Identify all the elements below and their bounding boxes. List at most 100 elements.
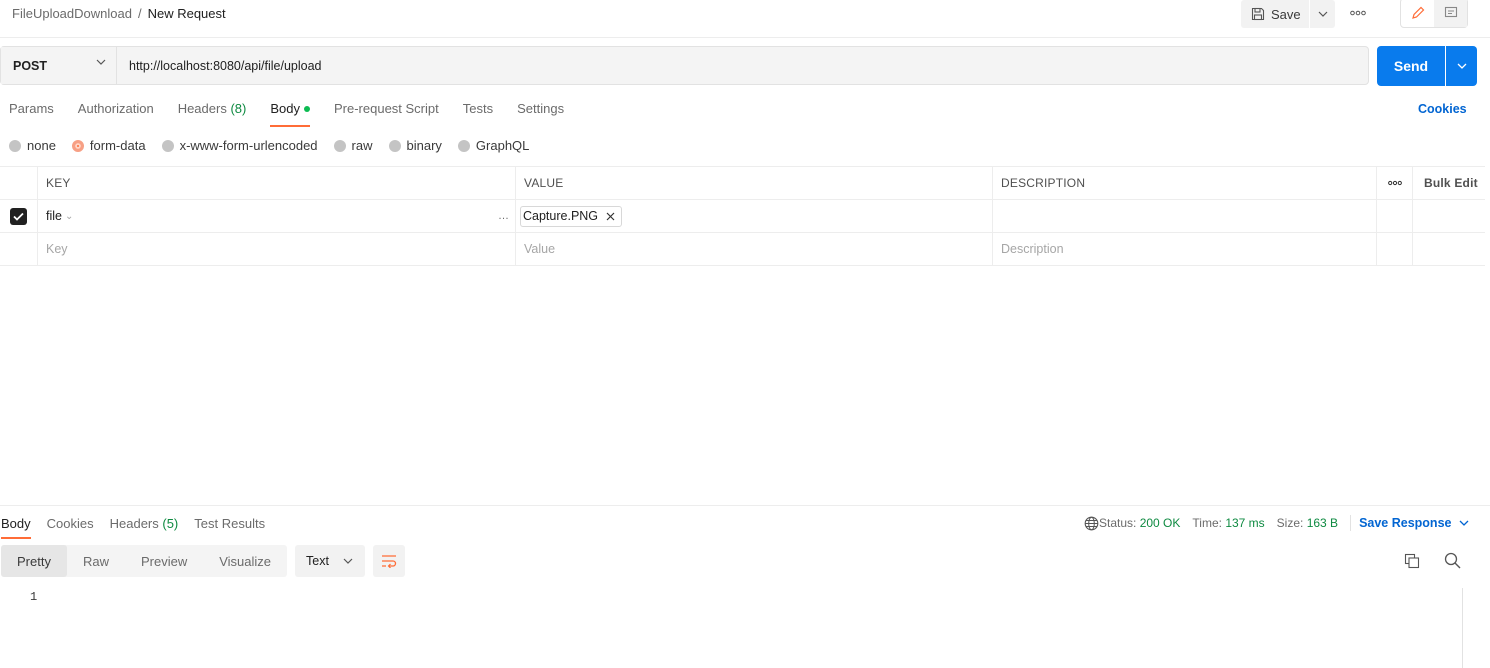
save-options-button[interactable] xyxy=(1310,0,1335,28)
save-response-label: Save Response xyxy=(1359,516,1452,530)
radio-circle xyxy=(457,139,470,152)
save-button-group: Save xyxy=(1241,0,1335,28)
row-more-cell xyxy=(1377,233,1413,265)
size-text[interactable]: Size: 163 B xyxy=(1277,516,1338,530)
radio-circle xyxy=(9,139,21,152)
radio-none[interactable]: none xyxy=(9,138,56,153)
size-value: 163 B xyxy=(1306,516,1339,530)
bulk-edit-button[interactable]: Bulk Edit xyxy=(1413,167,1485,199)
view-preview[interactable]: Preview xyxy=(125,545,203,577)
more-horizontal-icon xyxy=(1350,10,1366,16)
response-tab-body[interactable]: Body xyxy=(1,516,31,539)
send-button-group: Send xyxy=(1377,46,1477,86)
view-raw[interactable]: Raw xyxy=(67,545,125,577)
form-data-table: KEY VALUE DESCRIPTION Bulk Edit file ⌄ … … xyxy=(0,166,1485,266)
tab-params[interactable]: Params xyxy=(9,101,54,127)
tab-settings[interactable]: Settings xyxy=(517,101,564,127)
request-name[interactable]: New Request xyxy=(148,6,226,21)
breadcrumb-collection[interactable]: FileUploadDownload xyxy=(12,6,132,21)
radio-urlencoded[interactable]: x-www-form-urlencoded xyxy=(161,138,318,153)
key-input[interactable]: Key xyxy=(38,233,516,265)
header-check-cell xyxy=(0,167,38,199)
close-icon[interactable] xyxy=(606,212,615,221)
table-header-row: KEY VALUE DESCRIPTION Bulk Edit xyxy=(0,167,1485,200)
radio-label: none xyxy=(27,138,56,153)
response-tabs: Body Cookies Headers (5) Test Results xyxy=(1,516,281,539)
description-cell[interactable] xyxy=(993,200,1377,232)
description-input[interactable]: Description xyxy=(993,233,1377,265)
edit-mode-button[interactable] xyxy=(1401,0,1434,27)
key-value: file xyxy=(46,209,62,223)
view-visualize[interactable]: Visualize xyxy=(203,545,287,577)
chevron-down-icon xyxy=(343,558,353,564)
status-text[interactable]: Status: 200 OK xyxy=(1099,516,1180,530)
format-select[interactable]: Text xyxy=(295,545,366,577)
globe-icon[interactable] xyxy=(1084,516,1099,531)
response-tab-test-results[interactable]: Test Results xyxy=(194,516,265,539)
save-label: Save xyxy=(1271,6,1301,22)
scrollbar[interactable] xyxy=(1462,588,1463,668)
radio-label: binary xyxy=(406,138,442,153)
top-bar: FileUploadDownload / New Request Save xyxy=(0,0,1490,38)
size-label: Size: xyxy=(1276,516,1304,530)
time-text[interactable]: Time: 137 ms xyxy=(1192,516,1264,530)
search-icon[interactable] xyxy=(1444,552,1461,569)
row-more-cell xyxy=(1377,200,1413,232)
view-pretty[interactable]: Pretty xyxy=(1,545,67,577)
tab-headers[interactable]: Headers (8) xyxy=(178,101,247,127)
headers-count: (8) xyxy=(230,101,247,116)
response-meta: Status: 200 OK Time: 137 ms Size: 163 B … xyxy=(1084,515,1469,531)
send-button[interactable]: Send xyxy=(1377,46,1445,86)
radio-raw[interactable]: raw xyxy=(333,138,373,153)
radio-circle xyxy=(161,139,174,152)
header-value: VALUE xyxy=(516,167,993,199)
key-cell[interactable]: file ⌄ … xyxy=(38,200,516,232)
request-tabs: Params Authorization Headers (8) Body Pr… xyxy=(9,101,588,127)
send-options-button[interactable] xyxy=(1446,46,1477,86)
radio-label: raw xyxy=(351,138,373,153)
table-more-button[interactable] xyxy=(1377,167,1413,199)
tab-authorization[interactable]: Authorization xyxy=(78,101,154,127)
more-actions-button[interactable] xyxy=(1346,6,1370,20)
radio-circle xyxy=(388,139,401,152)
radio-form-data[interactable]: form-data xyxy=(71,138,146,153)
wrap-lines-button[interactable] xyxy=(373,545,406,577)
check-icon xyxy=(13,212,24,221)
status-label: Status: xyxy=(1099,516,1137,530)
method-select[interactable]: POST xyxy=(1,47,117,84)
row-enabled-checkbox[interactable] xyxy=(10,207,27,225)
header-description: DESCRIPTION xyxy=(993,167,1377,199)
cookies-link[interactable]: Cookies xyxy=(1418,102,1467,116)
save-response-button[interactable]: Save Response xyxy=(1359,516,1469,530)
value-cell[interactable]: Capture.PNG xyxy=(516,200,993,232)
format-value: Text xyxy=(306,554,329,568)
response-tab-cookies[interactable]: Cookies xyxy=(47,516,94,539)
url-input[interactable]: http://localhost:8080/api/file/upload xyxy=(117,47,1368,84)
row-bulk-cell xyxy=(1413,200,1485,232)
header-key: KEY xyxy=(38,167,516,199)
save-button[interactable]: Save xyxy=(1241,0,1309,28)
response-headers-count: (5) xyxy=(162,516,179,531)
tab-body-label: Body xyxy=(270,101,300,116)
chevron-down-icon xyxy=(1457,63,1466,69)
radio-binary[interactable]: binary xyxy=(388,138,442,153)
copy-icon[interactable] xyxy=(1404,553,1420,569)
key-type-dropdown[interactable]: ⌄ xyxy=(65,211,73,222)
method-value: POST xyxy=(13,58,48,73)
row-check-cell xyxy=(0,200,38,232)
file-name: Capture.PNG xyxy=(523,209,599,223)
radio-label: GraphQL xyxy=(475,138,530,153)
row-check-cell xyxy=(0,233,38,265)
radio-graphql[interactable]: GraphQL xyxy=(457,138,530,153)
tab-body[interactable]: Body xyxy=(270,101,310,127)
chevron-down-icon xyxy=(1318,11,1327,17)
status-value: 200 OK xyxy=(1139,516,1181,530)
comment-icon xyxy=(1444,6,1457,18)
tab-pre-request-script[interactable]: Pre-request Script xyxy=(334,101,439,127)
tab-tests[interactable]: Tests xyxy=(463,101,493,127)
comments-mode-button[interactable] xyxy=(1434,0,1467,27)
save-icon xyxy=(1251,7,1265,21)
response-tab-headers[interactable]: Headers (5) xyxy=(110,516,179,539)
value-input[interactable]: Value xyxy=(516,233,993,265)
body-type-radios: none form-data x-www-form-urlencoded raw… xyxy=(9,138,545,153)
